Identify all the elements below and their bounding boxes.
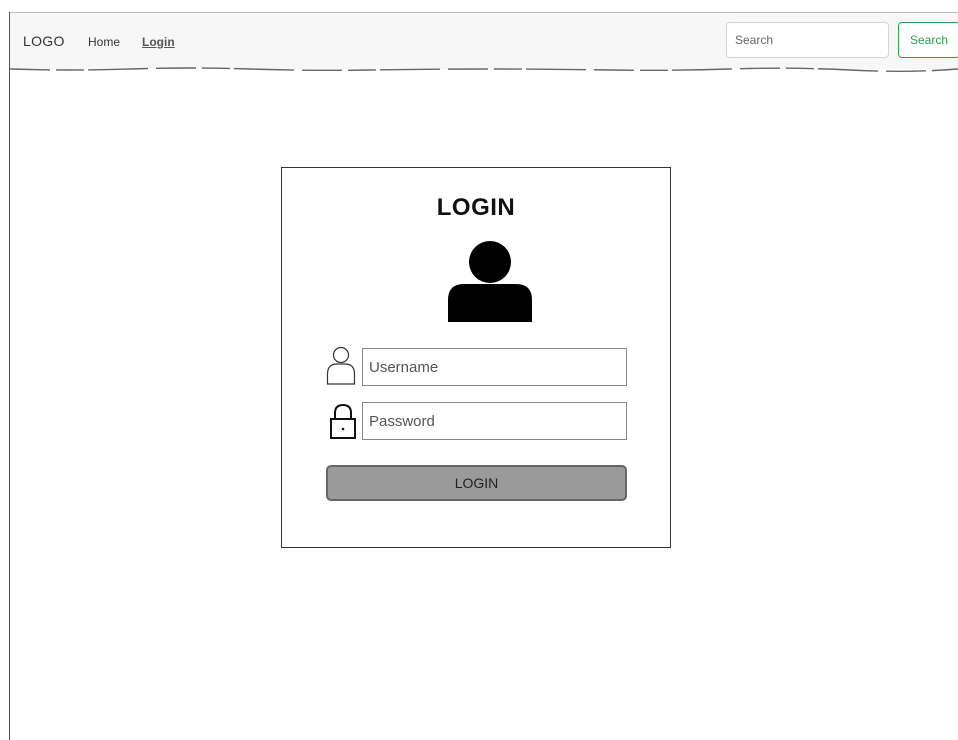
username-field[interactable] (362, 348, 627, 386)
password-field[interactable] (362, 402, 627, 440)
logo[interactable]: LOGO (23, 33, 65, 49)
login-submit-button[interactable]: LOGIN (326, 465, 627, 501)
frame-left-border (9, 12, 10, 740)
page: LOGO Home Login Search LOGIN LOGIN (0, 0, 958, 740)
login-card: LOGIN LOGIN (281, 167, 671, 548)
search-button[interactable]: Search (898, 22, 958, 58)
lock-icon (330, 403, 356, 439)
frame-top-border (9, 12, 958, 13)
navbar-bottom-border (10, 67, 958, 72)
login-title: LOGIN (436, 194, 516, 221)
nav-link-home[interactable]: Home (88, 35, 120, 49)
nav-link-login[interactable]: Login (142, 35, 175, 49)
user-outline-icon (326, 346, 356, 385)
user-silhouette-icon (448, 241, 532, 322)
search-input[interactable] (726, 22, 889, 58)
navbar: LOGO Home Login Search (10, 13, 958, 69)
